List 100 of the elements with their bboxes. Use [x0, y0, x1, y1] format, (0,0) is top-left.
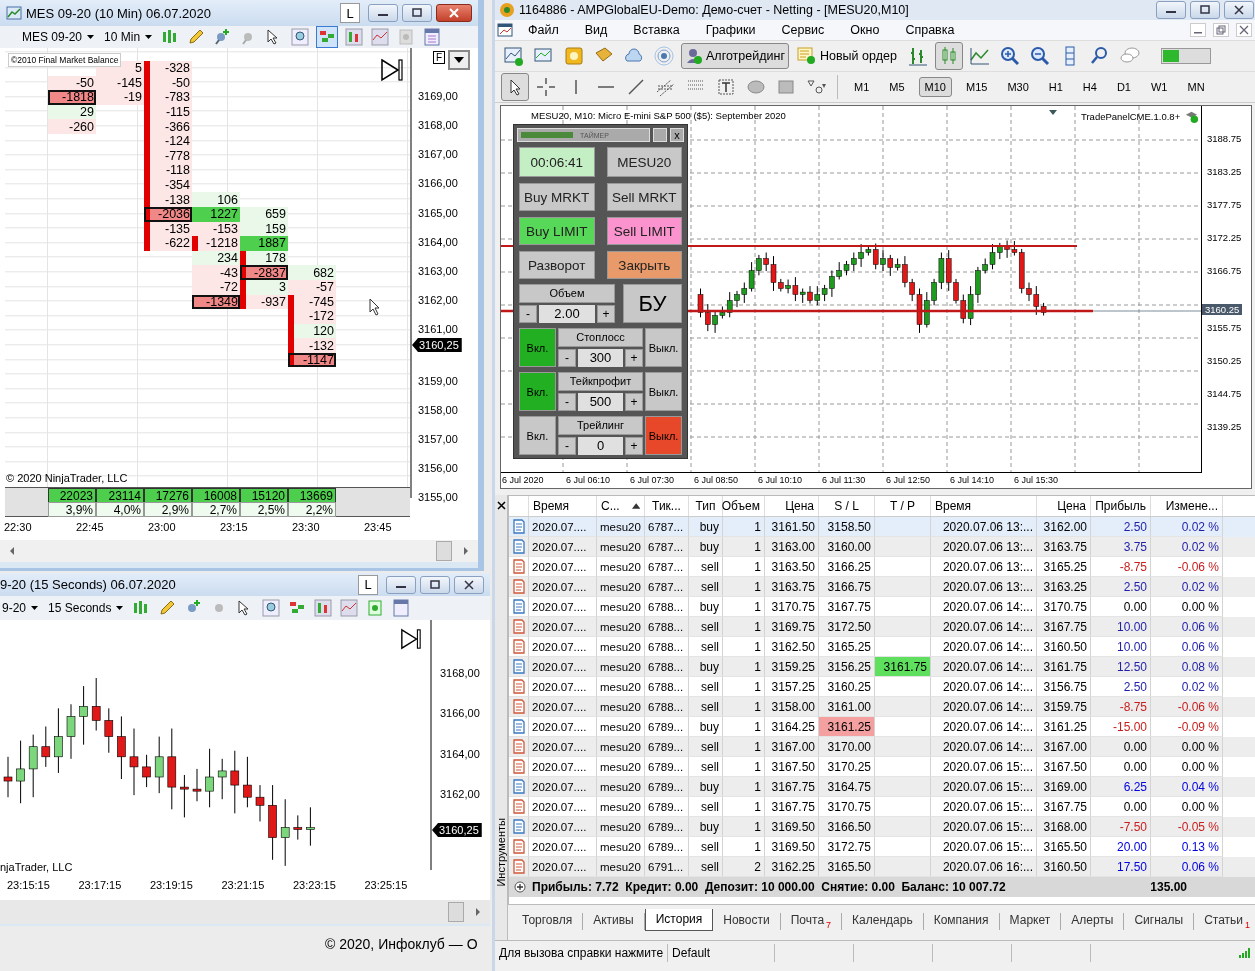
properties-icon[interactable]: [422, 27, 443, 47]
timeframe-button[interactable]: H4: [1076, 77, 1103, 97]
order-button[interactable]: Разворот: [519, 251, 595, 279]
chart-window-icon[interactable]: [497, 22, 513, 38]
points-field[interactable]: 0: [577, 437, 624, 455]
close-button[interactable]: [436, 4, 472, 22]
algo-trading-button[interactable]: Алготрейдинг: [681, 43, 789, 69]
scroll-right-icon[interactable]: [462, 546, 470, 556]
restore-icon[interactable]: [1213, 23, 1229, 37]
table-row[interactable]: 2020.07.... mesu20 6787... sell 1 3163.75 3166.75 2020.07.06 13:... 3163.25 2.50 0.02 %: [509, 577, 1255, 597]
enable-button[interactable]: Вкл.: [519, 328, 556, 367]
menu-item[interactable]: Сервис: [770, 23, 836, 37]
increase-button[interactable]: +: [625, 437, 644, 455]
column-header[interactable]: Прибыль: [1091, 496, 1151, 516]
timeframe-button[interactable]: M5: [883, 77, 911, 97]
column-header[interactable]: Тик...: [645, 496, 689, 516]
tab[interactable]: Компания: [923, 913, 1000, 930]
timeframe-button[interactable]: M30: [1001, 77, 1035, 97]
toggle-button[interactable]: L: [358, 574, 378, 595]
timeframe-button[interactable]: M15: [959, 77, 994, 97]
close-button[interactable]: x: [670, 128, 684, 142]
table-row[interactable]: 2020.07.... mesu20 6787... buy 1 3163.00 3160.00 2020.07.06 13:... 3163.75 3.75 0.02 %: [509, 537, 1255, 557]
increase-button[interactable]: +: [625, 349, 644, 367]
decrease-button[interactable]: -: [557, 393, 576, 411]
increase-button[interactable]: +: [625, 393, 644, 411]
new-order-button[interactable]: Новый ордер: [792, 43, 901, 69]
table-row[interactable]: 2020.07.... mesu20 6791... sell 2 3162.25 3165.50 2020.07.06 16:... 3160.50 17.50 0.06 %: [509, 857, 1255, 877]
tab[interactable]: Новости: [713, 913, 781, 930]
order-button[interactable]: Sell LIMIT: [606, 217, 682, 245]
close-icon[interactable]: [496, 501, 506, 510]
enable-button[interactable]: Вкл.: [519, 416, 556, 455]
interval-dropdown[interactable]: 15 Seconds: [46, 601, 126, 615]
order-button[interactable]: Sell MRKT: [606, 183, 682, 211]
timeframe-button[interactable]: MN: [1181, 77, 1211, 97]
enable-button[interactable]: Вкл.: [519, 372, 556, 411]
minimize-button[interactable]: [386, 575, 416, 594]
f-label[interactable]: F: [433, 51, 446, 64]
minimize-button[interactable]: [368, 4, 398, 22]
menu-item[interactable]: Графики: [694, 23, 767, 37]
menu-item[interactable]: Файл: [517, 23, 570, 37]
minimize-button[interactable]: [1156, 1, 1186, 19]
tab[interactable]: Торговля: [512, 913, 584, 930]
breakeven-button[interactable]: БУ: [623, 284, 682, 323]
close-button[interactable]: [454, 575, 484, 594]
horizontal-scrollbar[interactable]: [0, 900, 490, 924]
timeframe-button[interactable]: M10: [918, 77, 952, 97]
close-button[interactable]: [1224, 1, 1254, 19]
zoom-icon[interactable]: [290, 27, 311, 47]
tab[interactable]: Алерты: [1061, 913, 1125, 930]
dropdown-button[interactable]: [448, 50, 470, 70]
table-row[interactable]: 2020.07.... mesu20 6788... buy 1 3159.25 3156.25 3161.75 2020.07.06 14:... 3161.75 12.50 0.08 %: [509, 657, 1255, 677]
column-header[interactable]: Цена: [1037, 496, 1091, 516]
tab[interactable]: Маркет: [999, 913, 1062, 930]
column-header[interactable]: Время: [931, 496, 1037, 516]
tab[interactable]: История: [644, 909, 714, 931]
table-row[interactable]: 2020.07.... mesu20 6788... sell 1 3158.00 3161.00 2020.07.06 14:... 3159.75 -8.75 -0.06 %: [509, 697, 1255, 717]
interval-dropdown[interactable]: 10 Min: [102, 30, 155, 44]
tab[interactable]: Календарь: [842, 913, 924, 930]
instrument-dropdown[interactable]: MES 09-20: [20, 30, 97, 44]
points-field[interactable]: 300: [577, 349, 624, 367]
column-header[interactable]: Объем: [723, 496, 765, 516]
scroll-left-icon[interactable]: [8, 546, 16, 556]
decrease-button[interactable]: -: [519, 305, 537, 323]
disable-button[interactable]: Выкл.: [645, 328, 682, 367]
tab[interactable]: Статьи $_{1}$: [1194, 913, 1255, 930]
column-header[interactable]: Время: [529, 496, 597, 516]
decrease-button[interactable]: -: [557, 437, 576, 455]
scroll-right-icon[interactable]: [474, 907, 482, 917]
candle-chart-icon[interactable]: [934, 42, 963, 70]
table-row[interactable]: 2020.07.... mesu20 6789... buy 1 3167.75 3164.75 2020.07.06 15:... 3169.00 6.25 0.04 %: [509, 777, 1255, 797]
timeframe-button[interactable]: W1: [1144, 77, 1174, 97]
maximize-button[interactable]: [420, 575, 450, 594]
table-row[interactable]: 2020.07.... mesu20 6788... sell 1 3169.75 3172.50 2020.07.06 14:... 3167.75 10.00 0.06 %: [509, 617, 1255, 637]
volume-field[interactable]: 2.00: [539, 305, 595, 323]
menu-item[interactable]: Окно: [839, 23, 891, 37]
skip-end-icon[interactable]: [380, 58, 404, 82]
timeframe-button[interactable]: D1: [1110, 77, 1137, 97]
skip-end-icon[interactable]: [400, 628, 422, 650]
toggle-button[interactable]: L: [340, 3, 360, 23]
zoom-icon[interactable]: [261, 598, 282, 618]
tab[interactable]: Активы: [583, 913, 645, 930]
menu-item[interactable]: Вид: [573, 23, 619, 37]
decrease-button[interactable]: -: [557, 349, 576, 367]
expand-icon[interactable]: [514, 881, 526, 893]
menu-item[interactable]: Справка: [894, 23, 966, 37]
scroll-thumb[interactable]: [448, 902, 464, 922]
candles-icon[interactable]: [344, 27, 365, 47]
horizontal-scrollbar[interactable]: [0, 540, 478, 562]
properties-icon[interactable]: [391, 598, 412, 618]
indicator-icon[interactable]: [339, 598, 360, 618]
menu-item[interactable]: Вставка: [622, 23, 691, 37]
instrument-dropdown[interactable]: 9-20: [0, 601, 41, 615]
column-header[interactable]: Цена: [765, 496, 819, 516]
signal-icon[interactable]: [651, 43, 677, 69]
maximize-button[interactable]: [402, 4, 432, 22]
order-button[interactable]: Закрыть: [606, 251, 682, 279]
table-row[interactable]: 2020.07.... mesu20 6789... sell 1 3167.00 3170.00 2020.07.06 14:... 3167.00 0.00 0.00 %: [509, 737, 1255, 757]
minimize-icon[interactable]: [1190, 23, 1206, 37]
table-row[interactable]: 2020.07.... mesu20 6789... buy 1 3169.50 3166.50 2020.07.06 15:... 3168.00 -7.50 -0.05 %: [509, 817, 1255, 837]
disable-button[interactable]: Выкл.: [645, 416, 682, 455]
